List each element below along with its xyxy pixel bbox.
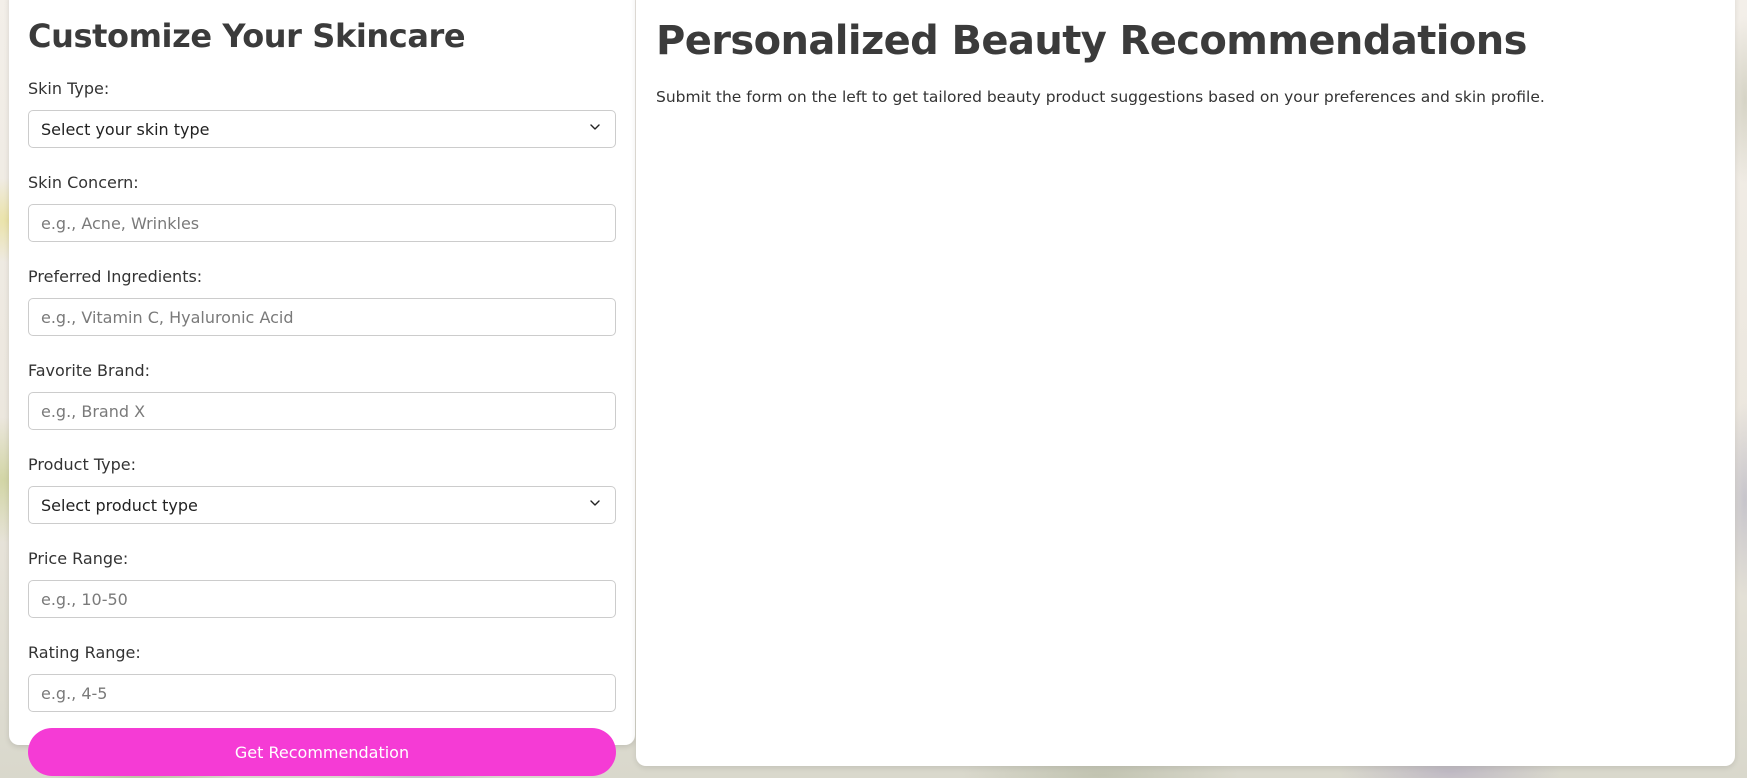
recommendations-panel: Personalized Beauty Recommendations Subm… (636, 0, 1735, 766)
rating-range-input[interactable] (28, 674, 616, 712)
skin-type-label: Skin Type: (28, 79, 110, 98)
favorite-brand-label: Favorite Brand: (28, 361, 151, 380)
product-type-group: Product Type: Select product type (28, 455, 616, 524)
product-type-label: Product Type: (28, 455, 136, 474)
form-title: Customize Your Skincare (28, 17, 466, 55)
chevron-down-icon (590, 124, 600, 130)
product-type-select-wrapper: Select product type (28, 486, 616, 524)
preferred-ingredients-input[interactable] (28, 298, 616, 336)
recommendations-message: Submit the form on the left to get tailo… (656, 88, 1545, 106)
product-type-selected-value: Select product type (41, 495, 198, 515)
skin-type-select[interactable]: Select your skin type (28, 110, 616, 148)
favorite-brand-input[interactable] (28, 392, 616, 430)
skin-type-select-wrapper: Select your skin type (28, 110, 616, 148)
preferred-ingredients-group: Preferred Ingredients: (28, 267, 616, 336)
get-recommendation-button[interactable]: Get Recommendation (28, 728, 616, 776)
skin-concern-label: Skin Concern: (28, 173, 139, 192)
skincare-form-card: Customize Your Skincare Skin Type: Selec… (9, 0, 635, 776)
favorite-brand-group: Favorite Brand: (28, 361, 616, 430)
rating-range-label: Rating Range: (28, 643, 141, 662)
price-range-label: Price Range: (28, 549, 129, 568)
preferred-ingredients-label: Preferred Ingredients: (28, 267, 203, 286)
recommendations-title: Personalized Beauty Recommendations (656, 18, 1527, 64)
product-type-select[interactable]: Select product type (28, 486, 616, 524)
price-range-group: Price Range: (28, 549, 616, 618)
chevron-down-icon (590, 500, 600, 506)
skin-concern-group: Skin Concern: (28, 173, 616, 242)
skin-concern-input[interactable] (28, 204, 616, 242)
skin-type-group: Skin Type: Select your skin type (28, 79, 616, 148)
price-range-input[interactable] (28, 580, 616, 618)
skin-type-selected-value: Select your skin type (41, 119, 210, 139)
rating-range-group: Rating Range: (28, 643, 616, 712)
